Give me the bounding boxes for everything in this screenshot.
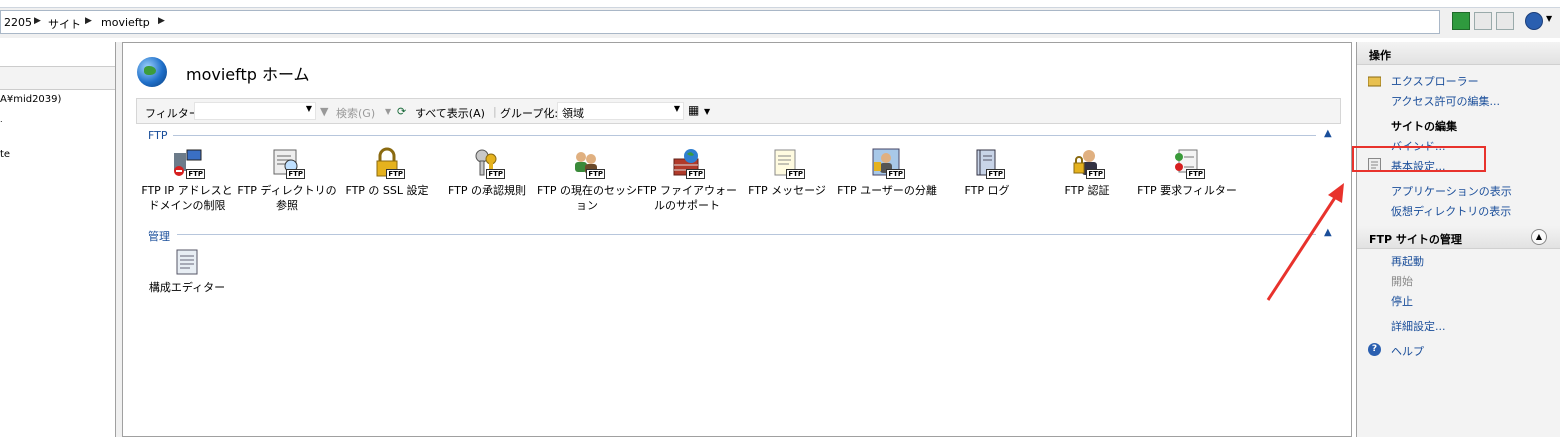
help-link[interactable]: ヘルプ [1391,343,1424,359]
feature-ftp-firewall[interactable]: FTP FTP ファイアウォールのサポート [637,147,737,213]
feature-configuration-editor[interactable]: 構成エディター [137,248,237,295]
site-edit-header: サイトの編集 [1391,120,1457,133]
connections-pane: A¥mid2039) . te [0,42,116,437]
feature-label: FTP ログ [964,184,1010,197]
ftp-messages-icon: FTP [771,147,805,179]
feature-label: FTP IP アドレスとドメインの制限 [141,184,233,212]
group-divider [177,234,1316,235]
view-mode-dropdown-icon[interactable]: ▼ [704,107,710,116]
feature-label: FTP の承認規則 [448,184,526,197]
feature-label: FTP の現在のセッション [537,184,637,212]
feature-ftp-messages[interactable]: FTP FTP メッセージ [737,147,837,198]
group-header-management: 管理 [148,230,170,243]
ftp-user-isolation-icon: FTP [871,147,905,179]
page-title: movieftp ホーム [186,65,310,84]
breadcrumb-item-server[interactable]: 2205 [4,16,32,29]
tree-item-dot[interactable]: . [0,115,3,124]
filter-dropdown-icon[interactable]: ▼ [306,104,312,113]
feature-ftp-authentication[interactable]: FTP FTP 認証 [1037,147,1137,198]
help-dropdown-chevron-icon[interactable]: ▼ [1546,14,1552,23]
tree-item-user[interactable]: A¥mid2039) [0,94,61,105]
ftp-sessions-users-icon: FTP [571,147,605,179]
feature-ftp-logging[interactable]: FTP FTP ログ [937,147,1037,198]
configuration-editor-icon [175,248,199,276]
search-funnel-icon[interactable]: ▼ [320,105,328,118]
feature-label: 構成エディター [148,281,226,294]
collapse-ftp-icon[interactable]: ▲ [1324,128,1332,139]
ftp-request-filtering-icon: FTP [1171,147,1205,179]
view-applications-link[interactable]: アプリケーションの表示 [1391,183,1512,199]
breadcrumb-separator-icon[interactable]: ▶ [34,16,41,26]
feature-label: FTP ユーザーの分離 [837,184,937,197]
annotation-arrow [1266,183,1344,301]
group-by-select[interactable]: 領域 ▼ [557,102,684,120]
feature-label: FTP 要求フィルター [1137,184,1237,197]
search-dropdown-icon[interactable]: ▼ [385,107,391,116]
toolbar-separator: | [493,105,497,118]
filter-input[interactable]: ▼ [194,102,316,120]
ftp-directory-browsing-icon: FTP [271,147,305,179]
feature-ftp-authorization[interactable]: FTP FTP の承認規則 [437,147,537,198]
group-divider [173,135,1316,136]
breadcrumb-item-sites[interactable]: サイト [48,16,81,32]
tree-item-site[interactable]: te [0,149,10,160]
group-by-label: グループ化: [500,107,559,120]
refresh-icon[interactable] [1452,12,1470,30]
breadcrumb-separator-icon[interactable]: ▶ [158,16,165,26]
view-virtual-directories-link[interactable]: 仮想ディレクトリの表示 [1391,203,1511,219]
collapse-section-icon[interactable]: ▲ [1531,229,1547,245]
address-bar: 2205 ▶ サイト ▶ movieftp ▶ ▼ [0,0,1560,38]
edit-permissions-link[interactable]: アクセス許可の編集... [1391,93,1500,109]
ftp-ssl-lock-icon: FTP [371,147,405,179]
feature-label: FTP の SSL 設定 [345,184,429,197]
home-icon[interactable] [1496,12,1514,30]
ftp-authentication-icon: FTP [1071,147,1105,179]
feature-label: FTP ディレクトリの参照 [237,184,337,212]
show-all-icon[interactable]: ⟳ [397,105,406,118]
breadcrumb-separator-icon[interactable]: ▶ [85,16,92,26]
breadcrumb-item-site[interactable]: movieftp [101,16,150,29]
help-icon[interactable] [1525,12,1543,30]
start-link: 開始 [1391,275,1413,288]
highlight-box [1352,146,1486,172]
search-button[interactable]: 検索(G) [336,105,375,121]
actions-pane: 操作 エクスプローラー アクセス許可の編集... サイトの編集 バインド... … [1356,42,1560,437]
explore-link[interactable]: エクスプローラー [1391,73,1479,89]
help-icon: ? [1368,343,1381,356]
connections-header [0,66,115,90]
feature-label: FTP メッセージ [748,184,826,197]
feature-ftp-directory-browsing[interactable]: FTP FTP ディレクトリの参照 [237,147,337,213]
feature-ftp-sessions[interactable]: FTP FTP の現在のセッション [537,147,637,213]
filter-toolbar: フィルター: ▼ ▼ 検索(G) ▼ ⟳ すべて表示(A) | グループ化: 領… [136,98,1341,124]
feature-label: FTP ファイアウォールのサポート [637,184,737,212]
feature-ftp-request-filtering[interactable]: FTP FTP 要求フィルター [1137,147,1237,198]
feature-ftp-user-isolation[interactable]: FTP FTP ユーザーの分離 [837,147,937,198]
ftp-ip-restrictions-icon: FTP [171,147,205,179]
advanced-settings-link[interactable]: 詳細設定... [1391,318,1446,334]
restart-link[interactable]: 再起動 [1391,253,1424,269]
view-mode-icon[interactable]: ▦ [688,103,699,117]
feature-label: FTP 認証 [1064,184,1110,197]
show-all-button[interactable]: すべて表示(A) [415,105,485,121]
feature-ftp-ssl[interactable]: FTP FTP の SSL 設定 [337,147,437,198]
feature-ftp-ip-restrictions[interactable]: FTP FTP IP アドレスとドメインの制限 [137,147,237,213]
group-by-dropdown-icon[interactable]: ▼ [674,104,680,113]
ftp-logging-icon: FTP [971,147,1005,179]
breadcrumb[interactable]: 2205 ▶ サイト ▶ movieftp ▶ [0,10,1440,34]
stop-icon[interactable] [1474,12,1492,30]
stop-link[interactable]: 停止 [1391,293,1413,309]
ftp-site-management-header: FTP サイトの管理 ▲ [1357,226,1560,249]
explore-folder-icon [1368,76,1381,87]
ftp-firewall-icon: FTP [671,147,705,179]
feature-view: movieftp ホーム フィルター: ▼ ▼ 検索(G) ▼ ⟳ すべて表示(… [122,42,1352,437]
ftp-authorization-key-icon: FTP [471,147,505,179]
actions-header: 操作 [1357,42,1560,65]
site-globe-icon [137,57,167,87]
group-header-ftp: FTP [148,129,168,142]
